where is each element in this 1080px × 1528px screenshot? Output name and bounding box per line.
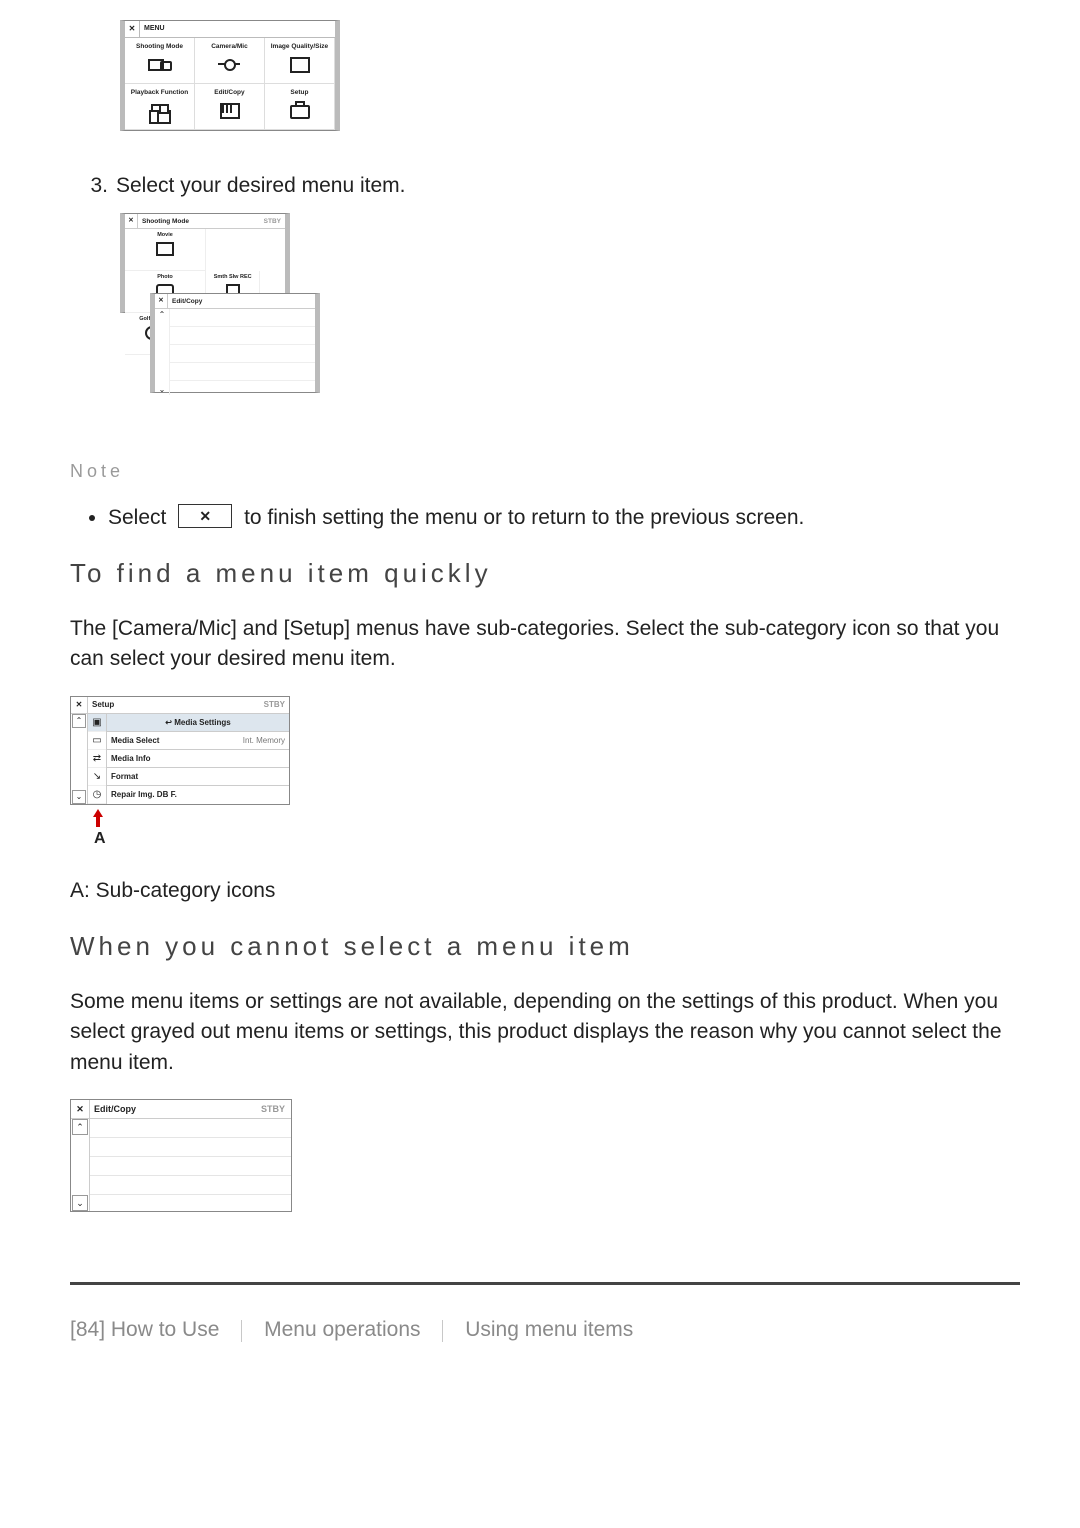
figure-grayed-menu: ✕ Edit/Copy STBY ⌃ ⌄ <box>70 1099 292 1212</box>
scroll-up-icon: ⌃ <box>159 309 166 321</box>
tile-camera-mic: Camera/Mic <box>195 38 265 84</box>
group-label: Media Settings <box>174 718 230 727</box>
tile-label: Image Quality/Size <box>265 42 334 51</box>
para-cannot-select: Some menu items or settings are not avai… <box>70 987 1020 1078</box>
subtile-movie: Movie <box>125 229 206 271</box>
tile-image-quality: Image Quality/Size <box>265 38 335 84</box>
close-icon: ✕ <box>155 294 168 308</box>
tile-label: Edit/Copy <box>195 88 264 97</box>
scroll-down-icon: ⌄ <box>72 1195 88 1211</box>
list-item <box>170 309 315 327</box>
close-icon: ✕ <box>125 21 140 37</box>
breadcrumb-separator-icon <box>442 1320 443 1342</box>
note-bullet: Select to finish setting the menu or to … <box>108 503 1020 533</box>
subcat-icon: ▭ <box>88 732 106 750</box>
breadcrumb-separator-icon <box>241 1320 242 1342</box>
list-item-disabled <box>90 1176 291 1195</box>
step-number: 3. <box>70 171 116 201</box>
caption-a: A: Sub-category icons <box>70 876 1020 906</box>
breadcrumb-num: [84] How to Use <box>70 1318 219 1341</box>
subtile-label: Photo <box>125 274 205 282</box>
aspect-icon <box>288 55 310 73</box>
step-text: Select your desired menu item. <box>116 171 405 201</box>
subcat-icon: ↘ <box>88 768 106 786</box>
scroll-up-icon: ⌃ <box>72 714 86 728</box>
breadcrumb-page: Using menu items <box>465 1318 633 1341</box>
panel-title: Setup <box>88 699 114 711</box>
figure-menu-tiles: ✕ MENU Shooting Mode Camera/Mic Image Qu… <box>120 20 340 131</box>
status-stby: STBY <box>261 1103 291 1116</box>
scroll-down-icon: ⌄ <box>72 790 86 804</box>
group-header: ↩ Media Settings <box>107 714 289 731</box>
tile-shooting-mode: Shooting Mode <box>125 38 195 84</box>
close-icon: ✕ <box>125 214 138 228</box>
note-bullet-prefix: Select <box>108 506 166 529</box>
list-item: Format <box>107 767 289 785</box>
scroll-up-icon: ⌃ <box>72 1119 88 1135</box>
list-item-disabled <box>90 1138 291 1157</box>
row-label: Media Select <box>111 732 159 749</box>
breadcrumb-section: Menu operations <box>264 1318 420 1341</box>
note-bullet-suffix: to finish setting the menu or to return … <box>244 506 804 529</box>
tile-label: Shooting Mode <box>125 42 194 51</box>
list-item-disabled <box>90 1157 291 1176</box>
tile-edit-copy: Edit/Copy <box>195 84 265 130</box>
list-item <box>170 345 315 363</box>
figure-setup-subcategories: ✕ Setup STBY ⌃ ⌄ ▣ ▭ ⇄ ↘ ◷ ↩ Media Setti… <box>70 696 290 850</box>
movie-icon <box>156 242 174 256</box>
tile-label: Setup <box>265 88 334 97</box>
heading-cannot-select: When you cannot select a menu item <box>70 928 1020 966</box>
subtile-label: Smth Slw REC <box>206 274 259 282</box>
divider <box>70 1282 1020 1285</box>
toolbox-icon <box>288 101 310 119</box>
row-label: Format <box>111 768 138 785</box>
panel-edit-copy: ✕ Edit/Copy ⌃ ⌄ <box>150 293 320 393</box>
row-value: Int. Memory <box>243 732 285 749</box>
list-item: Media Select Int. Memory <box>107 731 289 749</box>
slider-icon <box>218 55 240 73</box>
subcategory-icon-column: ▣ ▭ ⇄ ↘ ◷ <box>88 714 107 804</box>
subtile-label: Movie <box>125 232 205 240</box>
row-label: Media Info <box>111 750 151 767</box>
figure-nested-menus: ✕ Shooting Mode STBY Movie Photo Smth Sl… <box>120 213 320 408</box>
movie-photo-icon <box>148 55 170 73</box>
list-item <box>170 327 315 345</box>
close-icon: ✕ <box>71 1100 90 1118</box>
panel-title: Edit/Copy <box>168 297 202 306</box>
group-icon: ↩ <box>165 718 172 727</box>
menu-title: MENU <box>140 24 165 34</box>
tile-playback: Playback Function <box>125 84 195 130</box>
close-icon: ✕ <box>71 697 88 713</box>
subcat-icon: ⇄ <box>88 750 106 768</box>
heading-find-quickly: To find a menu item quickly <box>70 555 1020 593</box>
panel-title: Edit/Copy <box>90 1103 136 1116</box>
tile-label: Playback Function <box>125 88 194 97</box>
row-label: Repair Img. DB F. <box>111 786 177 803</box>
list-item-disabled <box>90 1119 291 1138</box>
panel-title: Shooting Mode <box>138 217 189 226</box>
tile-setup: Setup <box>265 84 335 130</box>
list-item <box>170 363 315 381</box>
para-find-quickly: The [Camera/Mic] and [Setup] menus have … <box>70 614 1020 675</box>
note-label: Note <box>70 458 1020 484</box>
subcat-icon: ◷ <box>88 786 106 804</box>
film-icon <box>218 101 240 119</box>
breadcrumb: [84] How to Use Menu operations Using me… <box>70 1315 1020 1345</box>
scroll-down-icon: ⌄ <box>159 384 166 396</box>
pointer-label: A <box>94 827 290 850</box>
subcat-media-icon: ▣ <box>88 714 106 732</box>
grid-icon <box>148 101 170 119</box>
status-stby: STBY <box>264 699 289 711</box>
tile-label: Camera/Mic <box>195 42 264 51</box>
list-item: Repair Img. DB F. <box>107 785 289 803</box>
status-stby: STBY <box>264 217 285 226</box>
close-button-icon <box>178 504 232 528</box>
pointer-arrow-icon <box>88 809 290 827</box>
list-item: Media Info <box>107 749 289 767</box>
